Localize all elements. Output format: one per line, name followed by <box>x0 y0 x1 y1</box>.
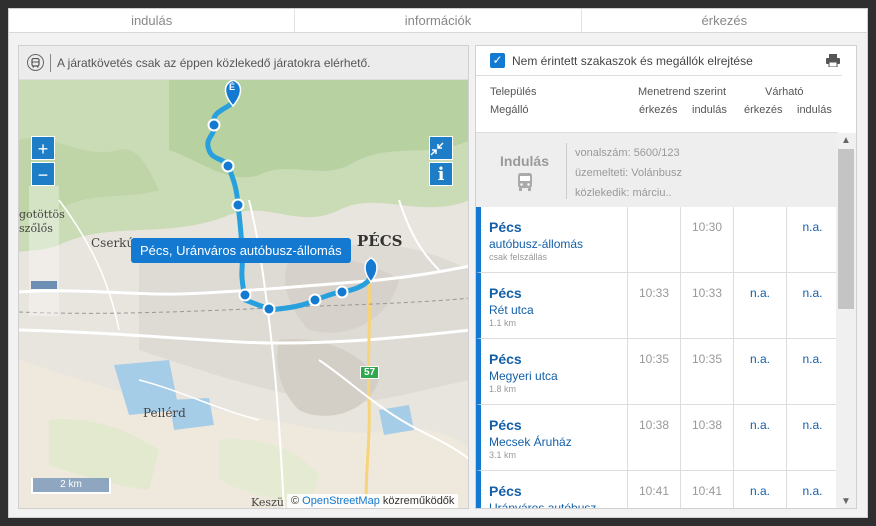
expected-departure: n.a. <box>786 405 838 471</box>
notice-separator <box>50 53 51 72</box>
expected-departure: n.a. <box>786 339 838 405</box>
expected-arrival: n.a. <box>733 339 786 405</box>
stop-row[interactable]: Pécs Rét utca 1.1 km 10:33 10:33 n.a. n.… <box>476 273 838 339</box>
map-canvas[interactable]: É + − i PÉCS Cserkút Pellérd Keszü gotöt… <box>19 80 468 509</box>
stop-town: Pécs <box>489 285 522 301</box>
expected-departure: n.a. <box>786 273 838 339</box>
zoom-out-button[interactable]: − <box>31 162 55 186</box>
tab-bar: indulás információk érkezés <box>9 9 867 33</box>
stop-row[interactable]: Pécs Megyeri utca 1.8 km 10:35 10:35 n.a… <box>476 339 838 405</box>
header-telepules: Település <box>490 86 537 98</box>
runs-on: közlekedik: márciu.. <box>575 187 672 199</box>
stop-name[interactable]: Mecsek Áruház <box>489 435 572 449</box>
bus-icon <box>517 173 533 196</box>
sched-departure: 10:41 <box>680 471 733 508</box>
stop-name[interactable]: Uránváros autóbusz- <box>489 501 600 508</box>
map-label-szolos: szőlős <box>19 222 53 235</box>
road-badge-57: 57 <box>360 366 380 379</box>
stop-town: Pécs <box>489 219 522 235</box>
expected-departure: n.a. <box>786 207 838 273</box>
sched-arrival: 10:35 <box>627 339 680 405</box>
stop-row[interactable]: Pécs Uránváros autóbusz- 10:41 10:41 n.a… <box>476 471 838 508</box>
map-label-keszu: Keszü <box>251 496 284 509</box>
map-label-pecs: PÉCS <box>357 232 403 250</box>
stop-list: Pécs autóbusz-állomás csak felszállás 10… <box>476 207 838 508</box>
bus-icon <box>27 54 44 71</box>
expected-arrival: n.a. <box>733 471 786 508</box>
sched-arrival: 10:38 <box>627 405 680 471</box>
route-overlay <box>205 80 378 316</box>
line-number: vonalszám: 5600/123 <box>575 147 680 159</box>
info-button[interactable]: i <box>429 162 453 186</box>
sched-departure: 10:38 <box>680 405 733 471</box>
hide-unvisited-checkbox[interactable]: ✓ <box>490 53 505 68</box>
departure-details: vonalszám: 5600/123 üzemelteti: Volánbus… <box>566 143 682 199</box>
expected-arrival <box>733 207 786 273</box>
departure-info: Indulás vonalszám: 5600/123 üzemelteti: … <box>476 133 838 207</box>
expected-arrival: n.a. <box>733 273 786 339</box>
stop-popup[interactable]: Pécs, Uránváros autóbusz-állomás <box>131 238 351 263</box>
notice-text: A járatkövetés csak az éppen közlekedő j… <box>57 55 371 70</box>
timetable-panel: ✓ Nem érintett szakaszok és megállók elr… <box>475 45 857 509</box>
app-frame: indulás információk érkezés A járatkövet… <box>8 8 868 518</box>
zoom-in-button[interactable]: + <box>31 136 55 160</box>
header-sched-arrival: érkezés <box>639 104 678 116</box>
column-headers: Település Megálló Menetrend szerint Várh… <box>476 76 856 124</box>
sched-departure: 10:33 <box>680 273 733 339</box>
sched-departure: 10:35 <box>680 339 733 405</box>
fit-route-button[interactable] <box>429 136 453 160</box>
hide-unvisited-label[interactable]: Nem érintett szakaszok és megállók elrej… <box>512 54 753 68</box>
map-panel: A járatkövetés csak az éppen közlekedő j… <box>18 45 469 509</box>
attribution-prefix: © <box>291 495 300 507</box>
sched-arrival: 10:33 <box>627 273 680 339</box>
tab-erkezes[interactable]: érkezés <box>582 9 867 32</box>
zoom-slider-knob[interactable] <box>31 281 57 289</box>
timetable-scrollbar[interactable]: ▲ ▼ <box>836 133 856 508</box>
header-exp-departure: indulás <box>797 104 832 116</box>
expected-arrival: n.a. <box>733 405 786 471</box>
zoom-slider[interactable] <box>29 186 59 316</box>
stop-row[interactable]: Pécs Mecsek Áruház 3.1 km 10:38 10:38 n.… <box>476 405 838 471</box>
tab-informaciok[interactable]: információk <box>295 9 582 32</box>
departure-title: Indulás <box>500 153 550 169</box>
stop-distance: 1.1 km <box>489 318 517 328</box>
header-varhato: Várható <box>765 86 804 98</box>
print-icon[interactable] <box>826 54 840 72</box>
header-menetrend: Menetrend szerint <box>638 86 727 98</box>
stop-town: Pécs <box>489 351 522 367</box>
stop-distance: 3.1 km <box>489 450 517 460</box>
scroll-down-icon[interactable]: ▼ <box>836 494 856 508</box>
openstreetmap-link[interactable]: OpenStreetMap <box>302 495 380 507</box>
map-label-pellerd: Pellérd <box>143 406 186 420</box>
stop-name[interactable]: Megyeri utca <box>489 369 558 383</box>
stop-name[interactable]: autóbusz-állomás <box>489 237 583 251</box>
tracking-notice: A járatkövetés csak az éppen közlekedő j… <box>19 46 468 80</box>
header-sched-departure: indulás <box>692 104 727 116</box>
tab-indulas[interactable]: indulás <box>9 9 296 32</box>
operator: üzemelteti: Volánbusz <box>575 167 683 179</box>
sched-arrival <box>627 207 680 273</box>
stop-row[interactable]: Pécs autóbusz-állomás csak felszállás 10… <box>476 207 838 273</box>
map-label-kotottos: gotöttös <box>19 208 65 221</box>
sched-departure: 10:30 <box>680 207 733 273</box>
map-attribution: © OpenStreetMap közreműködők <box>287 494 459 508</box>
map-scale: 2 km <box>31 478 111 494</box>
header-exp-arrival: érkezés <box>744 104 783 116</box>
sched-arrival: 10:41 <box>627 471 680 508</box>
start-marker-label: É <box>229 82 236 92</box>
filter-row: ✓ Nem érintett szakaszok és megállók elr… <box>476 46 842 76</box>
stop-distance: 1.8 km <box>489 384 517 394</box>
expected-departure: n.a. <box>786 471 838 508</box>
stop-name[interactable]: Rét utca <box>489 303 534 317</box>
scroll-thumb[interactable] <box>838 149 854 309</box>
stop-town: Pécs <box>489 483 522 499</box>
header-megallo: Megálló <box>490 104 529 116</box>
attribution-suffix: közreműködők <box>382 495 455 507</box>
stop-town: Pécs <box>489 417 522 433</box>
scroll-up-icon[interactable]: ▲ <box>836 133 856 149</box>
stop-distance: csak felszállás <box>489 252 548 262</box>
